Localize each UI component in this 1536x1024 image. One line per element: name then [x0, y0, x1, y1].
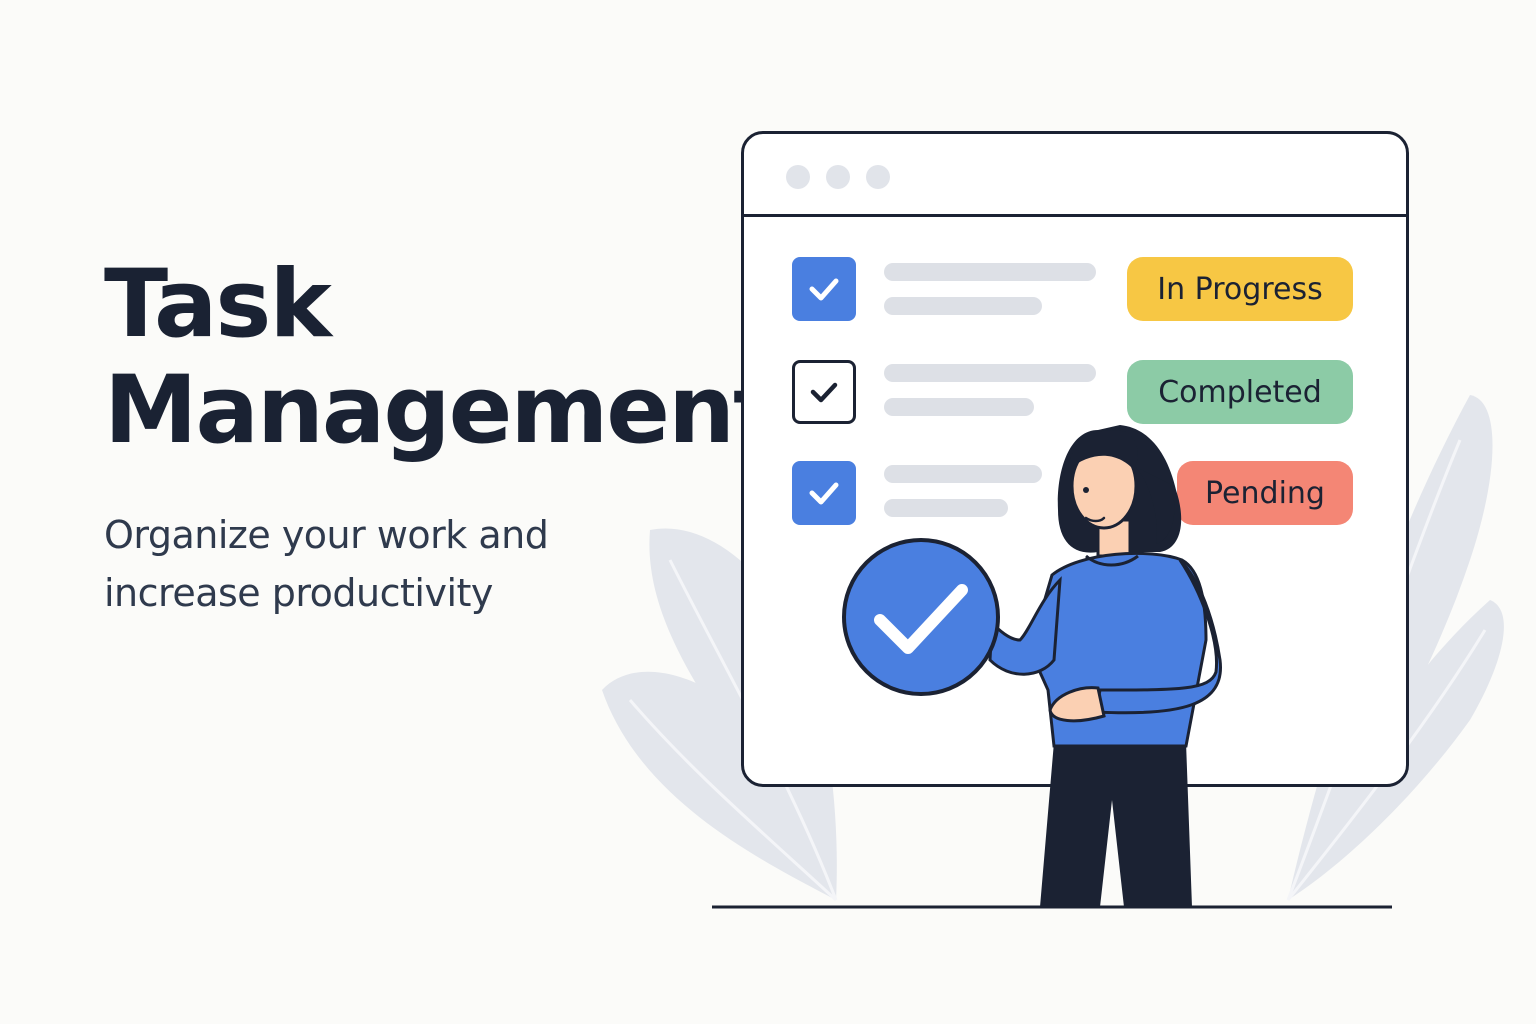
person-illustration [842, 425, 1222, 907]
hero-illustration: Task Management Organize your work and i… [0, 0, 1536, 1024]
person-pants [1040, 742, 1192, 907]
big-check-badge-icon [842, 538, 1000, 696]
